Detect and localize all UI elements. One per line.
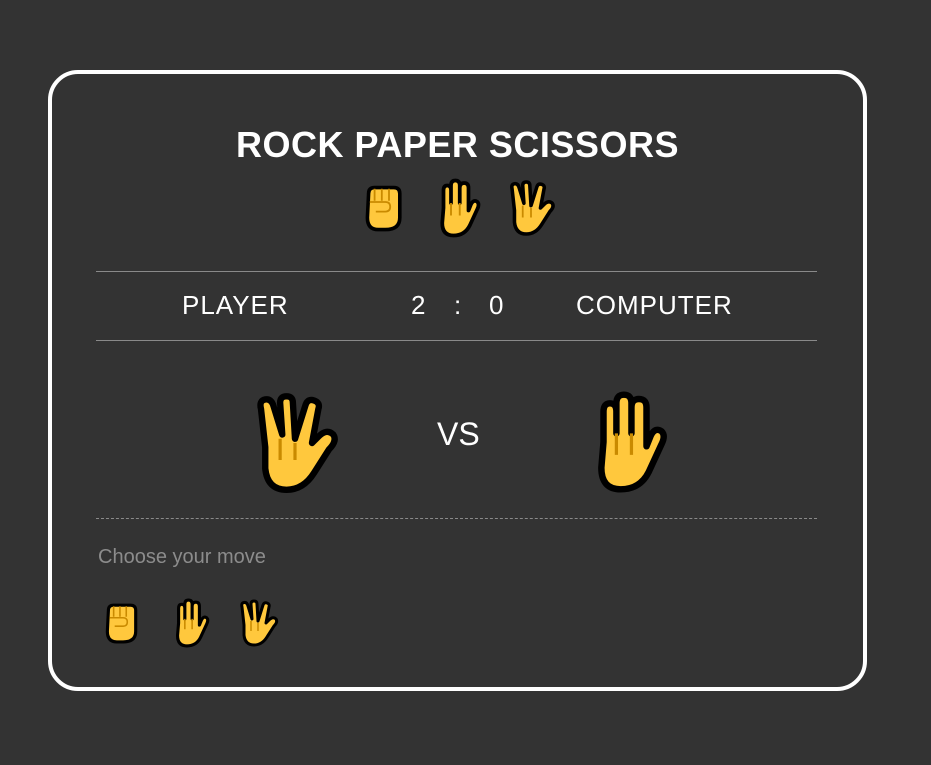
choose-move-prompt: Choose your move <box>98 546 266 568</box>
paper-button[interactable] <box>168 598 210 648</box>
title-icons <box>52 178 863 238</box>
computer-label: COMPUTER <box>576 290 733 320</box>
vulcan-salute-icon <box>505 179 557 237</box>
raised-hand-icon <box>431 178 481 238</box>
divider-middle <box>96 340 817 341</box>
vs-label: VS <box>437 416 480 452</box>
divider-dashed <box>96 518 817 519</box>
player-move-vulcan-salute-icon <box>248 392 342 494</box>
raised-fist-icon <box>100 599 142 647</box>
game-title: ROCK PAPER SCISSORS <box>236 124 679 165</box>
computer-move-raised-hand-icon <box>582 390 668 494</box>
raised-hand-icon <box>168 598 210 648</box>
score-separator: : <box>454 290 463 320</box>
player-score: 2 <box>411 290 427 320</box>
round-display: VS <box>52 392 863 492</box>
rock-button[interactable] <box>100 599 142 647</box>
move-options <box>100 598 280 648</box>
player-label: PLAYER <box>182 290 289 320</box>
game-card: ROCK PAPER SCISSORS PLAYER 2 : 0 COMPUTE… <box>48 70 867 691</box>
computer-score: 0 <box>489 290 505 320</box>
vulcan-salute-icon <box>236 599 280 647</box>
divider-top <box>96 271 817 272</box>
raised-fist-icon <box>359 181 407 235</box>
scissors-button[interactable] <box>236 599 280 647</box>
